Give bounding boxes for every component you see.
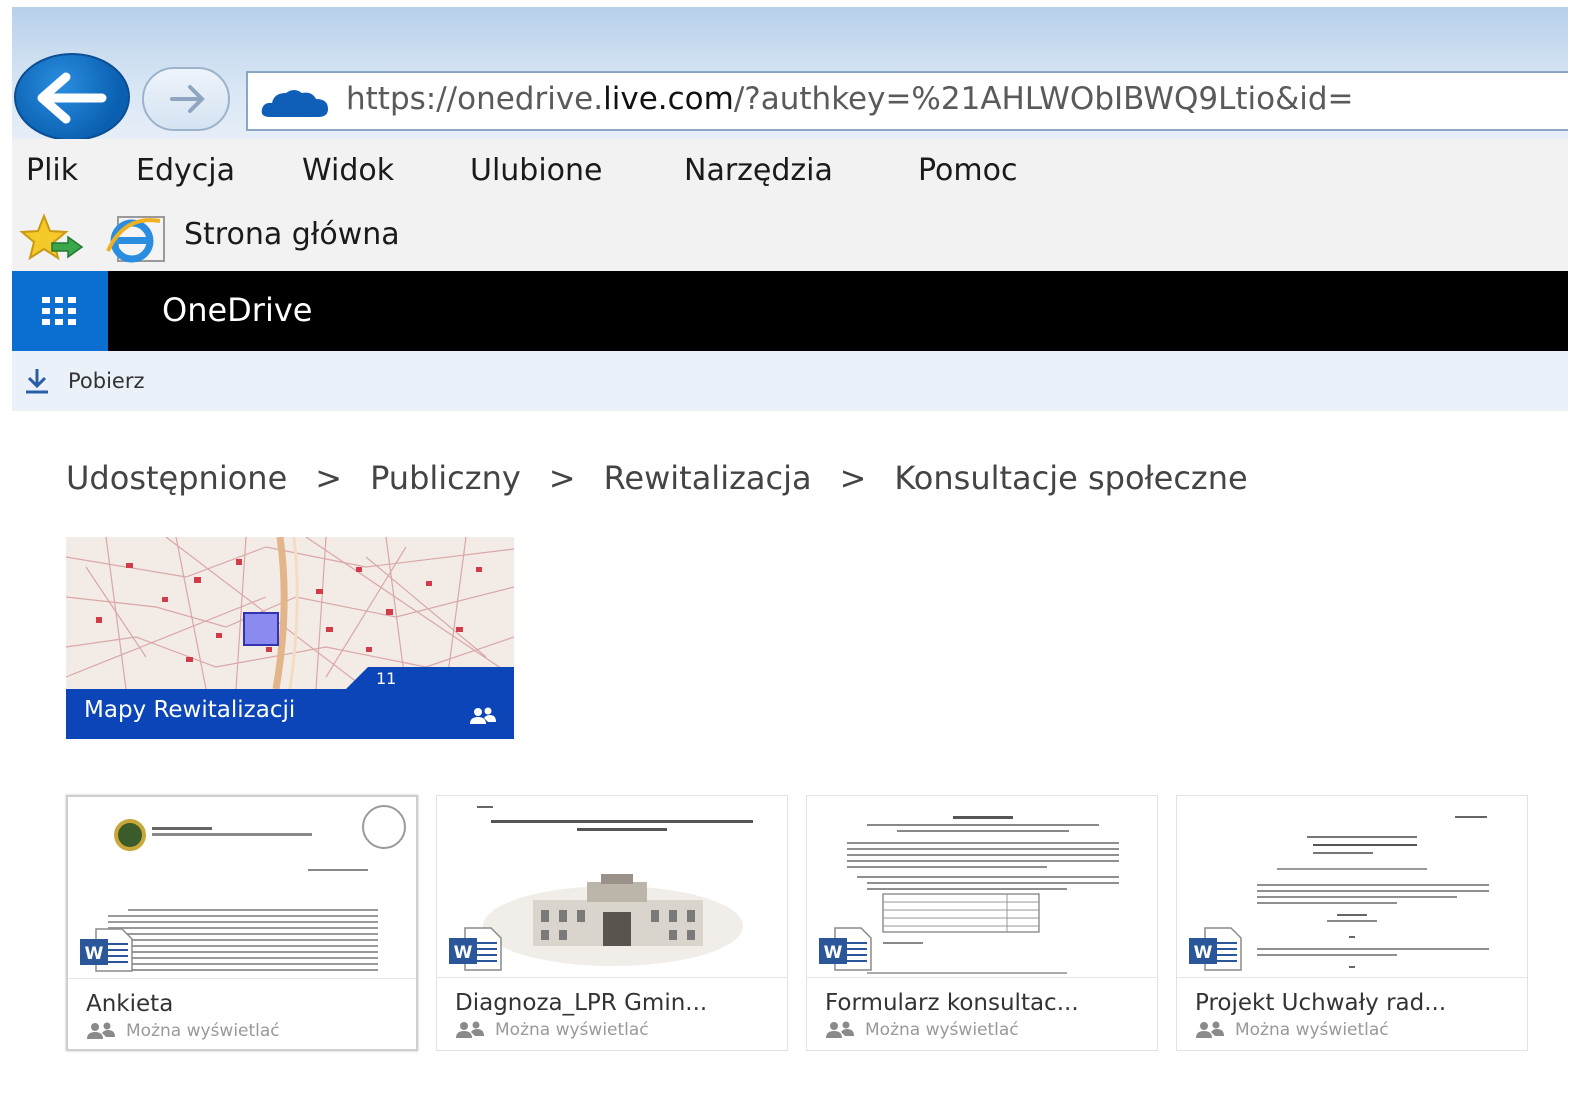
app-launcher-button[interactable] bbox=[12, 271, 108, 351]
file-name: Formularz konsultac... bbox=[825, 990, 1079, 1016]
folder-tile[interactable]: 11 Mapy Rewitalizacji bbox=[66, 537, 514, 739]
internet-explorer-icon bbox=[106, 216, 165, 263]
onedrive-brand[interactable]: OneDrive bbox=[162, 291, 312, 329]
file-name: Ankieta bbox=[86, 991, 174, 1017]
folder-map-thumbnail bbox=[66, 537, 514, 689]
favorites-bar: Strona główna bbox=[12, 207, 1568, 271]
file-status-text: Można wyświetlać bbox=[495, 1020, 649, 1040]
browser-window: https://onedrive.live.com/?authkey=%21AH… bbox=[12, 7, 1568, 1105]
file-thumbnail: W bbox=[437, 796, 787, 978]
breadcrumb-separator: > bbox=[315, 459, 343, 497]
file-tile[interactable]: W Formularz konsultac... Można wyświetla… bbox=[806, 795, 1158, 1051]
file-name: Diagnoza_LPR Gmin... bbox=[455, 990, 708, 1016]
word-document-icon: W bbox=[449, 927, 502, 971]
menu-view[interactable]: Widok bbox=[302, 153, 394, 188]
shared-people-icon bbox=[456, 1021, 484, 1038]
arrow-left-icon bbox=[37, 72, 107, 124]
file-tile[interactable]: W Projekt Uchwały rad... Można wyświetla… bbox=[1176, 795, 1528, 1051]
file-thumbnail: W bbox=[807, 796, 1157, 978]
breadcrumb-separator: > bbox=[548, 459, 576, 497]
breadcrumb-current-folder: Konsultacje społeczne bbox=[894, 459, 1248, 497]
back-button[interactable] bbox=[14, 53, 130, 141]
forward-button[interactable] bbox=[142, 67, 230, 131]
svg-text:W: W bbox=[454, 943, 473, 963]
shared-people-icon bbox=[826, 1021, 854, 1038]
file-thumbnail: W bbox=[1177, 796, 1527, 978]
svg-text:W: W bbox=[1194, 943, 1213, 963]
folder-item-count: 11 bbox=[376, 669, 397, 688]
folder-name: Mapy Rewitalizacji bbox=[84, 697, 296, 723]
menu-favorites[interactable]: Ulubione bbox=[470, 153, 603, 188]
svg-text:W: W bbox=[85, 944, 104, 964]
download-icon bbox=[26, 369, 48, 394]
file-status-text: Można wyświetlać bbox=[1235, 1020, 1389, 1040]
favorites-star-icon[interactable] bbox=[18, 213, 84, 263]
word-document-icon: W bbox=[819, 927, 872, 971]
file-sharing-status: Można wyświetlać bbox=[455, 1020, 649, 1040]
waffle-icon bbox=[42, 297, 76, 325]
url-text: https://onedrive.live.com/?authkey=%21AH… bbox=[346, 81, 1354, 117]
onedrive-cloud-icon bbox=[261, 90, 328, 117]
breadcrumb-revitalization[interactable]: Rewitalizacja bbox=[604, 459, 812, 497]
menu-tools[interactable]: Narzędzia bbox=[684, 153, 833, 188]
shared-people-icon bbox=[87, 1022, 115, 1039]
word-document-icon: W bbox=[80, 928, 133, 972]
svg-text:W: W bbox=[824, 943, 843, 963]
arrow-right-icon bbox=[170, 85, 205, 113]
command-bar: Pobierz bbox=[12, 351, 1568, 411]
file-thumbnail: W bbox=[68, 797, 416, 979]
breadcrumb-separator: > bbox=[839, 459, 867, 497]
file-tile[interactable]: W Diagnoza_LPR Gmin... Można wyświetlać bbox=[436, 795, 788, 1051]
word-document-icon: W bbox=[1189, 927, 1242, 971]
download-button[interactable]: Pobierz bbox=[24, 365, 145, 397]
shared-people-icon bbox=[1196, 1021, 1224, 1038]
breadcrumb: Udostępnione > Publiczny > Rewitalizacja… bbox=[66, 459, 1248, 497]
file-sharing-status: Można wyświetlać bbox=[1195, 1020, 1389, 1040]
menu-edit[interactable]: Edycja bbox=[136, 153, 235, 188]
file-name: Projekt Uchwały rad... bbox=[1195, 990, 1447, 1016]
menu-bar: Plik Edycja Widok Ulubione Narzędzia Pom… bbox=[12, 139, 1568, 207]
select-checkbox[interactable] bbox=[362, 805, 406, 849]
onedrive-suite-bar: OneDrive bbox=[12, 271, 1568, 351]
breadcrumb-public[interactable]: Publiczny bbox=[370, 459, 521, 497]
folder-count-notch bbox=[346, 667, 514, 689]
favorite-home-link[interactable]: Strona główna bbox=[184, 217, 400, 252]
shared-people-icon bbox=[470, 707, 496, 724]
file-tile[interactable]: W Ankieta Można wyświetlać bbox=[66, 795, 418, 1051]
file-sharing-status: Można wyświetlać bbox=[86, 1021, 280, 1041]
menu-file[interactable]: Plik bbox=[26, 153, 78, 188]
file-sharing-status: Można wyświetlać bbox=[825, 1020, 1019, 1040]
navigation-bar: https://onedrive.live.com/?authkey=%21AH… bbox=[12, 7, 1568, 141]
download-label: Pobierz bbox=[68, 369, 145, 393]
menu-help[interactable]: Pomoc bbox=[918, 153, 1017, 188]
file-status-text: Można wyświetlać bbox=[865, 1020, 1019, 1040]
file-status-text: Można wyświetlać bbox=[126, 1021, 280, 1041]
address-bar[interactable]: https://onedrive.live.com/?authkey=%21AH… bbox=[246, 71, 1568, 131]
breadcrumb-shared[interactable]: Udostępnione bbox=[66, 459, 287, 497]
